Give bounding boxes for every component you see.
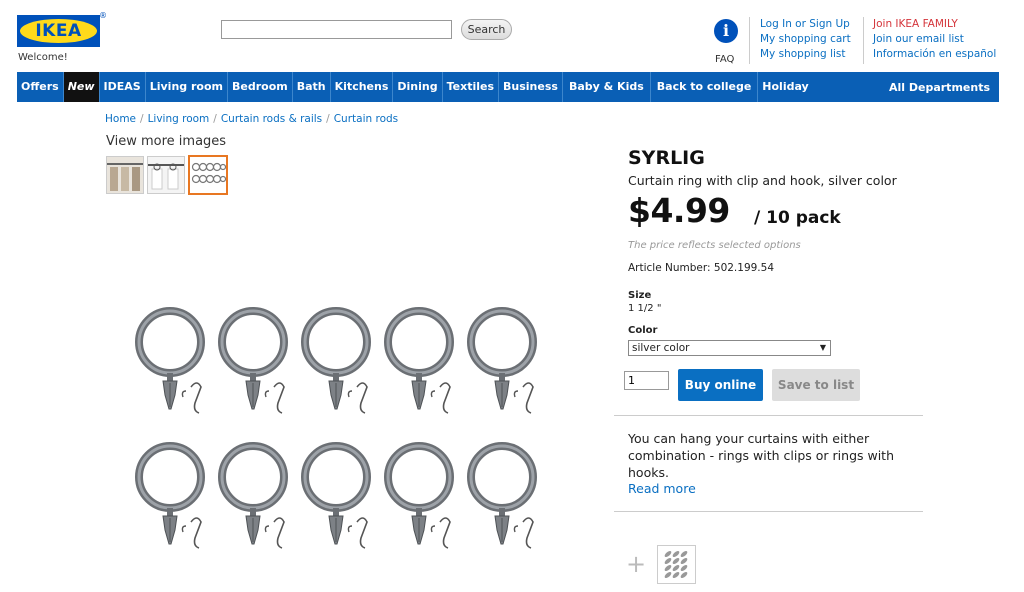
header-divider	[749, 17, 750, 64]
nav-item-bedroom[interactable]: Bedroom	[228, 72, 293, 102]
thumbnail-3-selected[interactable]	[188, 155, 228, 195]
thumbnail-1[interactable]	[106, 156, 144, 194]
shopping-cart-link[interactable]: My shopping cart	[760, 32, 851, 47]
join-family-link[interactable]: Join IKEA FAMILY	[873, 17, 996, 32]
nav-item-back-to-college[interactable]: Back to college	[651, 72, 759, 102]
breadcrumb-home[interactable]: Home	[105, 113, 136, 125]
account-links: Log In or Sign Up My shopping cart My sh…	[760, 17, 851, 62]
nav-item-ideas[interactable]: IDEAS	[100, 72, 146, 102]
breadcrumb-curtain-rods-rails[interactable]: Curtain rods & rails	[221, 113, 322, 125]
divider	[614, 415, 923, 416]
breadcrumb-living-room[interactable]: Living room	[148, 113, 210, 125]
breadcrumb-curtain-rods[interactable]: Curtain rods	[334, 113, 398, 125]
nav-item-new[interactable]: New	[63, 72, 100, 102]
product-image	[128, 300, 548, 560]
accessory-thumbnail[interactable]	[657, 545, 696, 584]
welcome-text: Welcome!	[18, 52, 68, 63]
breadcrumb-separator: /	[326, 113, 330, 125]
plus-icon: +	[626, 550, 647, 578]
product-name: SYRLIG	[628, 147, 705, 169]
main-nav: Offers New IDEAS Living room Bedroom Bat…	[17, 72, 999, 102]
search-input[interactable]	[221, 20, 452, 39]
article-number: Article Number: 502.199.54	[628, 262, 775, 274]
nav-item-baby-kids[interactable]: Baby & Kids	[563, 72, 651, 102]
product-blurb: You can hang your curtains with either c…	[628, 431, 895, 480]
price-note: The price reflects selected options	[628, 240, 801, 251]
faq-link[interactable]: FAQ	[715, 54, 734, 65]
header-divider	[863, 17, 864, 64]
breadcrumb-separator: /	[213, 113, 217, 125]
size-label: Size	[628, 290, 652, 301]
search-button[interactable]: Search	[461, 19, 512, 40]
nav-item-offers[interactable]: Offers	[17, 72, 64, 102]
ikea-logo[interactable]: IKEA ®	[17, 11, 107, 47]
product-description: Curtain ring with clip and hook, silver …	[628, 173, 897, 188]
nav-item-dining[interactable]: Dining	[393, 72, 443, 102]
save-to-list-button[interactable]: Save to list	[772, 369, 860, 401]
dropdown-arrow-icon: ▼	[819, 343, 826, 352]
nav-item-textiles[interactable]: Textiles	[443, 72, 500, 102]
thumbnail-2[interactable]	[147, 156, 185, 194]
nav-item-kitchens[interactable]: Kitchens	[331, 72, 394, 102]
nav-item-bath[interactable]: Bath	[293, 72, 331, 102]
product-price: $4.99	[628, 191, 730, 230]
divider	[614, 511, 923, 512]
nav-item-holiday[interactable]: Holiday	[758, 72, 812, 102]
color-select[interactable]: silver color ▼	[628, 340, 831, 356]
email-list-link[interactable]: Join our email list	[873, 32, 996, 47]
buy-online-button[interactable]: Buy online	[678, 369, 763, 401]
login-link[interactable]: Log In or Sign Up	[760, 17, 851, 32]
info-icon[interactable]: i	[714, 19, 738, 43]
nav-item-living-room[interactable]: Living room	[146, 72, 228, 102]
color-label: Color	[628, 325, 658, 336]
pack-size: / 10 pack	[754, 208, 841, 228]
color-select-value: silver color	[632, 342, 690, 354]
all-departments-link[interactable]: All Departments	[889, 81, 999, 94]
logo-text: IKEA	[35, 21, 82, 41]
family-links: Join IKEA FAMILY Join our email list Inf…	[873, 17, 996, 62]
view-more-images-label: View more images	[106, 134, 227, 149]
logo-registered-mark: ®	[99, 11, 107, 20]
size-value: 1 1/2 "	[628, 303, 662, 314]
quantity-input[interactable]	[624, 371, 669, 390]
breadcrumb: Home / Living room / Curtain rods & rails / Cu…	[105, 113, 398, 125]
nav-item-business[interactable]: Business	[499, 72, 563, 102]
shopping-list-link[interactable]: My shopping list	[760, 47, 851, 62]
read-more-link[interactable]: Read more	[628, 481, 696, 496]
breadcrumb-separator: /	[140, 113, 144, 125]
spanish-link[interactable]: Información en español	[873, 47, 996, 62]
